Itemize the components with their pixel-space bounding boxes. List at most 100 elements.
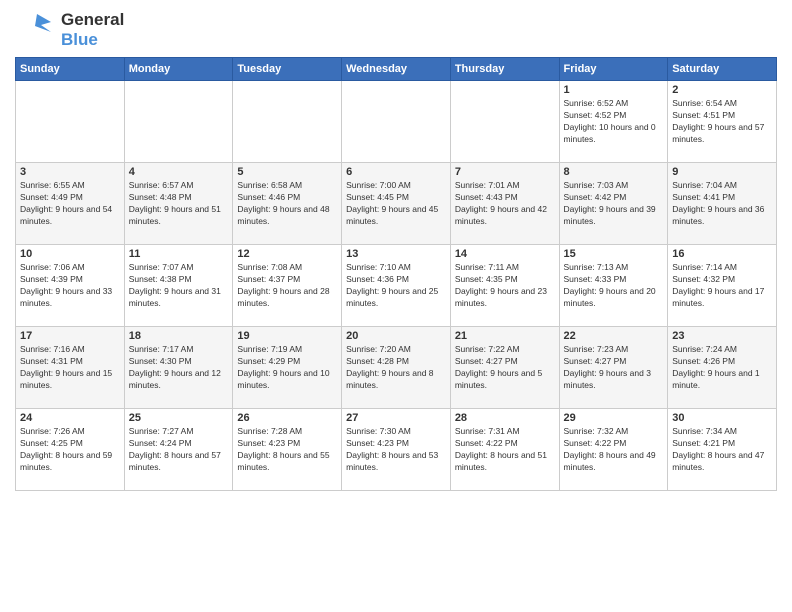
calendar-cell: 29 Sunrise: 7:32 AM Sunset: 4:22 PM Dayli…: [559, 409, 668, 491]
calendar-cell: 15Sunrise: 7:13 AM Sunset: 4:33 PM Dayli…: [559, 245, 668, 327]
calendar-week-row: 3 Sunrise: 6:55 AM Sunset: 4:49 PM Daylig…: [16, 163, 777, 245]
day-number: 25: [129, 412, 229, 424]
day-info: Sunrise: 7:28 AM Sunset: 4:23 PM Dayligh…: [237, 426, 337, 474]
calendar-cell: 16 Sunrise: 7:14 AM Sunset: 4:32 PM Dayli…: [668, 245, 777, 327]
calendar-cell: 22 Sunrise: 7:23 AM Sunset: 4:27 PM Dayli…: [559, 327, 668, 409]
calendar-cell: 2 Sunrise: 6:54 AM Sunset: 4:51 PM Daylig…: [668, 81, 777, 163]
calendar-cell: 9 Sunrise: 7:04 AM Sunset: 4:41 PM Daylig…: [668, 163, 777, 245]
day-number: 7: [455, 166, 555, 178]
day-number: 24: [20, 412, 120, 424]
calendar-cell: 28 Sunrise: 7:31 AM Sunset: 4:22 PM Dayli…: [450, 409, 559, 491]
calendar-cell: [16, 81, 125, 163]
calendar-cell: 26 Sunrise: 7:28 AM Sunset: 4:23 PM Dayli…: [233, 409, 342, 491]
calendar-header-row: SundayMondayTuesdayWednesdayThursdayFrid…: [16, 58, 777, 81]
day-info: Sunrise: 7:14 AM Sunset: 4:32 PM Dayligh…: [672, 262, 772, 310]
day-number: 22: [564, 330, 664, 342]
day-info: Sunrise: 7:30 AM Sunset: 4:23 PM Dayligh…: [346, 426, 446, 474]
day-info: Sunrise: 7:08 AM Sunset: 4:37 PM Dayligh…: [237, 262, 337, 310]
day-info: Sunrise: 7:04 AM Sunset: 4:41 PM Dayligh…: [672, 180, 772, 228]
calendar-cell: 1 Sunrise: 6:52 AM Sunset: 4:52 PM Daylig…: [559, 81, 668, 163]
day-number: 29: [564, 412, 664, 424]
day-info: Sunrise: 7:32 AM Sunset: 4:22 PM Dayligh…: [564, 426, 664, 474]
day-number: 11: [129, 248, 229, 260]
calendar-cell: [124, 81, 233, 163]
day-info: Sunrise: 7:20 AM Sunset: 4:28 PM Dayligh…: [346, 344, 446, 392]
day-number: 13: [346, 248, 446, 260]
calendar-cell: [233, 81, 342, 163]
day-info: Sunrise: 7:06 AM Sunset: 4:39 PM Dayligh…: [20, 262, 120, 310]
calendar-cell: 21Sunrise: 7:22 AM Sunset: 4:27 PM Dayli…: [450, 327, 559, 409]
page-container: GeneralBlue SundayMondayTuesdayWednesday…: [0, 0, 792, 496]
day-number: 8: [564, 166, 664, 178]
calendar-cell: 20 Sunrise: 7:20 AM Sunset: 4:28 PM Dayli…: [342, 327, 451, 409]
day-number: 5: [237, 166, 337, 178]
calendar-day-header: Monday: [124, 58, 233, 81]
header: GeneralBlue: [15, 10, 777, 49]
calendar-cell: 13Sunrise: 7:10 AM Sunset: 4:36 PM Dayli…: [342, 245, 451, 327]
calendar-cell: 24 Sunrise: 7:26 AM Sunset: 4:25 PM Dayli…: [16, 409, 125, 491]
calendar-cell: 6Sunrise: 7:00 AM Sunset: 4:45 PM Daylig…: [342, 163, 451, 245]
calendar-cell: 11 Sunrise: 7:07 AM Sunset: 4:38 PM Dayli…: [124, 245, 233, 327]
calendar-cell: 10Sunrise: 7:06 AM Sunset: 4:39 PM Dayli…: [16, 245, 125, 327]
logo: GeneralBlue: [15, 10, 124, 49]
day-number: 16: [672, 248, 772, 260]
calendar-week-row: 1 Sunrise: 6:52 AM Sunset: 4:52 PM Daylig…: [16, 81, 777, 163]
calendar-cell: 4Sunrise: 6:57 AM Sunset: 4:48 PM Daylig…: [124, 163, 233, 245]
day-number: 2: [672, 84, 772, 96]
calendar-cell: 7 Sunrise: 7:01 AM Sunset: 4:43 PM Daylig…: [450, 163, 559, 245]
calendar-week-row: 24 Sunrise: 7:26 AM Sunset: 4:25 PM Dayli…: [16, 409, 777, 491]
day-info: Sunrise: 7:01 AM Sunset: 4:43 PM Dayligh…: [455, 180, 555, 228]
day-info: Sunrise: 7:34 AM Sunset: 4:21 PM Dayligh…: [672, 426, 772, 474]
day-info: Sunrise: 7:27 AM Sunset: 4:24 PM Dayligh…: [129, 426, 229, 474]
day-info: Sunrise: 6:57 AM Sunset: 4:48 PM Dayligh…: [129, 180, 229, 228]
day-info: Sunrise: 7:24 AM Sunset: 4:26 PM Dayligh…: [672, 344, 772, 392]
day-info: Sunrise: 6:58 AM Sunset: 4:46 PM Dayligh…: [237, 180, 337, 228]
day-info: Sunrise: 7:26 AM Sunset: 4:25 PM Dayligh…: [20, 426, 120, 474]
calendar-day-header: Tuesday: [233, 58, 342, 81]
day-number: 20: [346, 330, 446, 342]
day-number: 9: [672, 166, 772, 178]
day-info: Sunrise: 6:54 AM Sunset: 4:51 PM Dayligh…: [672, 98, 772, 146]
day-info: Sunrise: 7:16 AM Sunset: 4:31 PM Dayligh…: [20, 344, 120, 392]
calendar-cell: 30 Sunrise: 7:34 AM Sunset: 4:21 PM Dayli…: [668, 409, 777, 491]
day-info: Sunrise: 7:07 AM Sunset: 4:38 PM Dayligh…: [129, 262, 229, 310]
day-number: 26: [237, 412, 337, 424]
day-info: Sunrise: 7:17 AM Sunset: 4:30 PM Dayligh…: [129, 344, 229, 392]
calendar-day-header: Thursday: [450, 58, 559, 81]
calendar-cell: 25 Sunrise: 7:27 AM Sunset: 4:24 PM Dayli…: [124, 409, 233, 491]
calendar-cell: 19 Sunrise: 7:19 AM Sunset: 4:29 PM Dayli…: [233, 327, 342, 409]
calendar-table: SundayMondayTuesdayWednesdayThursdayFrid…: [15, 57, 777, 491]
day-info: Sunrise: 6:52 AM Sunset: 4:52 PM Dayligh…: [564, 98, 664, 146]
calendar-day-header: Wednesday: [342, 58, 451, 81]
calendar-cell: 17 Sunrise: 7:16 AM Sunset: 4:31 PM Dayli…: [16, 327, 125, 409]
calendar-cell: 14Sunrise: 7:11 AM Sunset: 4:35 PM Dayli…: [450, 245, 559, 327]
day-info: Sunrise: 7:19 AM Sunset: 4:29 PM Dayligh…: [237, 344, 337, 392]
calendar-day-header: Sunday: [16, 58, 125, 81]
calendar-day-header: Saturday: [668, 58, 777, 81]
calendar-day-header: Friday: [559, 58, 668, 81]
day-info: Sunrise: 7:03 AM Sunset: 4:42 PM Dayligh…: [564, 180, 664, 228]
logo-general: General: [61, 10, 124, 30]
day-info: Sunrise: 6:55 AM Sunset: 4:49 PM Dayligh…: [20, 180, 120, 228]
day-number: 30: [672, 412, 772, 424]
day-number: 6: [346, 166, 446, 178]
calendar-cell: 27Sunrise: 7:30 AM Sunset: 4:23 PM Dayli…: [342, 409, 451, 491]
day-number: 3: [20, 166, 120, 178]
day-info: Sunrise: 7:22 AM Sunset: 4:27 PM Dayligh…: [455, 344, 555, 392]
day-number: 28: [455, 412, 555, 424]
day-info: Sunrise: 7:31 AM Sunset: 4:22 PM Dayligh…: [455, 426, 555, 474]
day-number: 17: [20, 330, 120, 342]
day-number: 12: [237, 248, 337, 260]
day-info: Sunrise: 7:23 AM Sunset: 4:27 PM Dayligh…: [564, 344, 664, 392]
day-number: 23: [672, 330, 772, 342]
logo-blue: Blue: [61, 30, 124, 50]
day-number: 19: [237, 330, 337, 342]
day-info: Sunrise: 7:11 AM Sunset: 4:35 PM Dayligh…: [455, 262, 555, 310]
calendar-cell: 18Sunrise: 7:17 AM Sunset: 4:30 PM Dayli…: [124, 327, 233, 409]
calendar-cell: [342, 81, 451, 163]
day-number: 1: [564, 84, 664, 96]
calendar-cell: 23 Sunrise: 7:24 AM Sunset: 4:26 PM Dayli…: [668, 327, 777, 409]
calendar-week-row: 10Sunrise: 7:06 AM Sunset: 4:39 PM Dayli…: [16, 245, 777, 327]
calendar-cell: 3 Sunrise: 6:55 AM Sunset: 4:49 PM Daylig…: [16, 163, 125, 245]
day-number: 15: [564, 248, 664, 260]
